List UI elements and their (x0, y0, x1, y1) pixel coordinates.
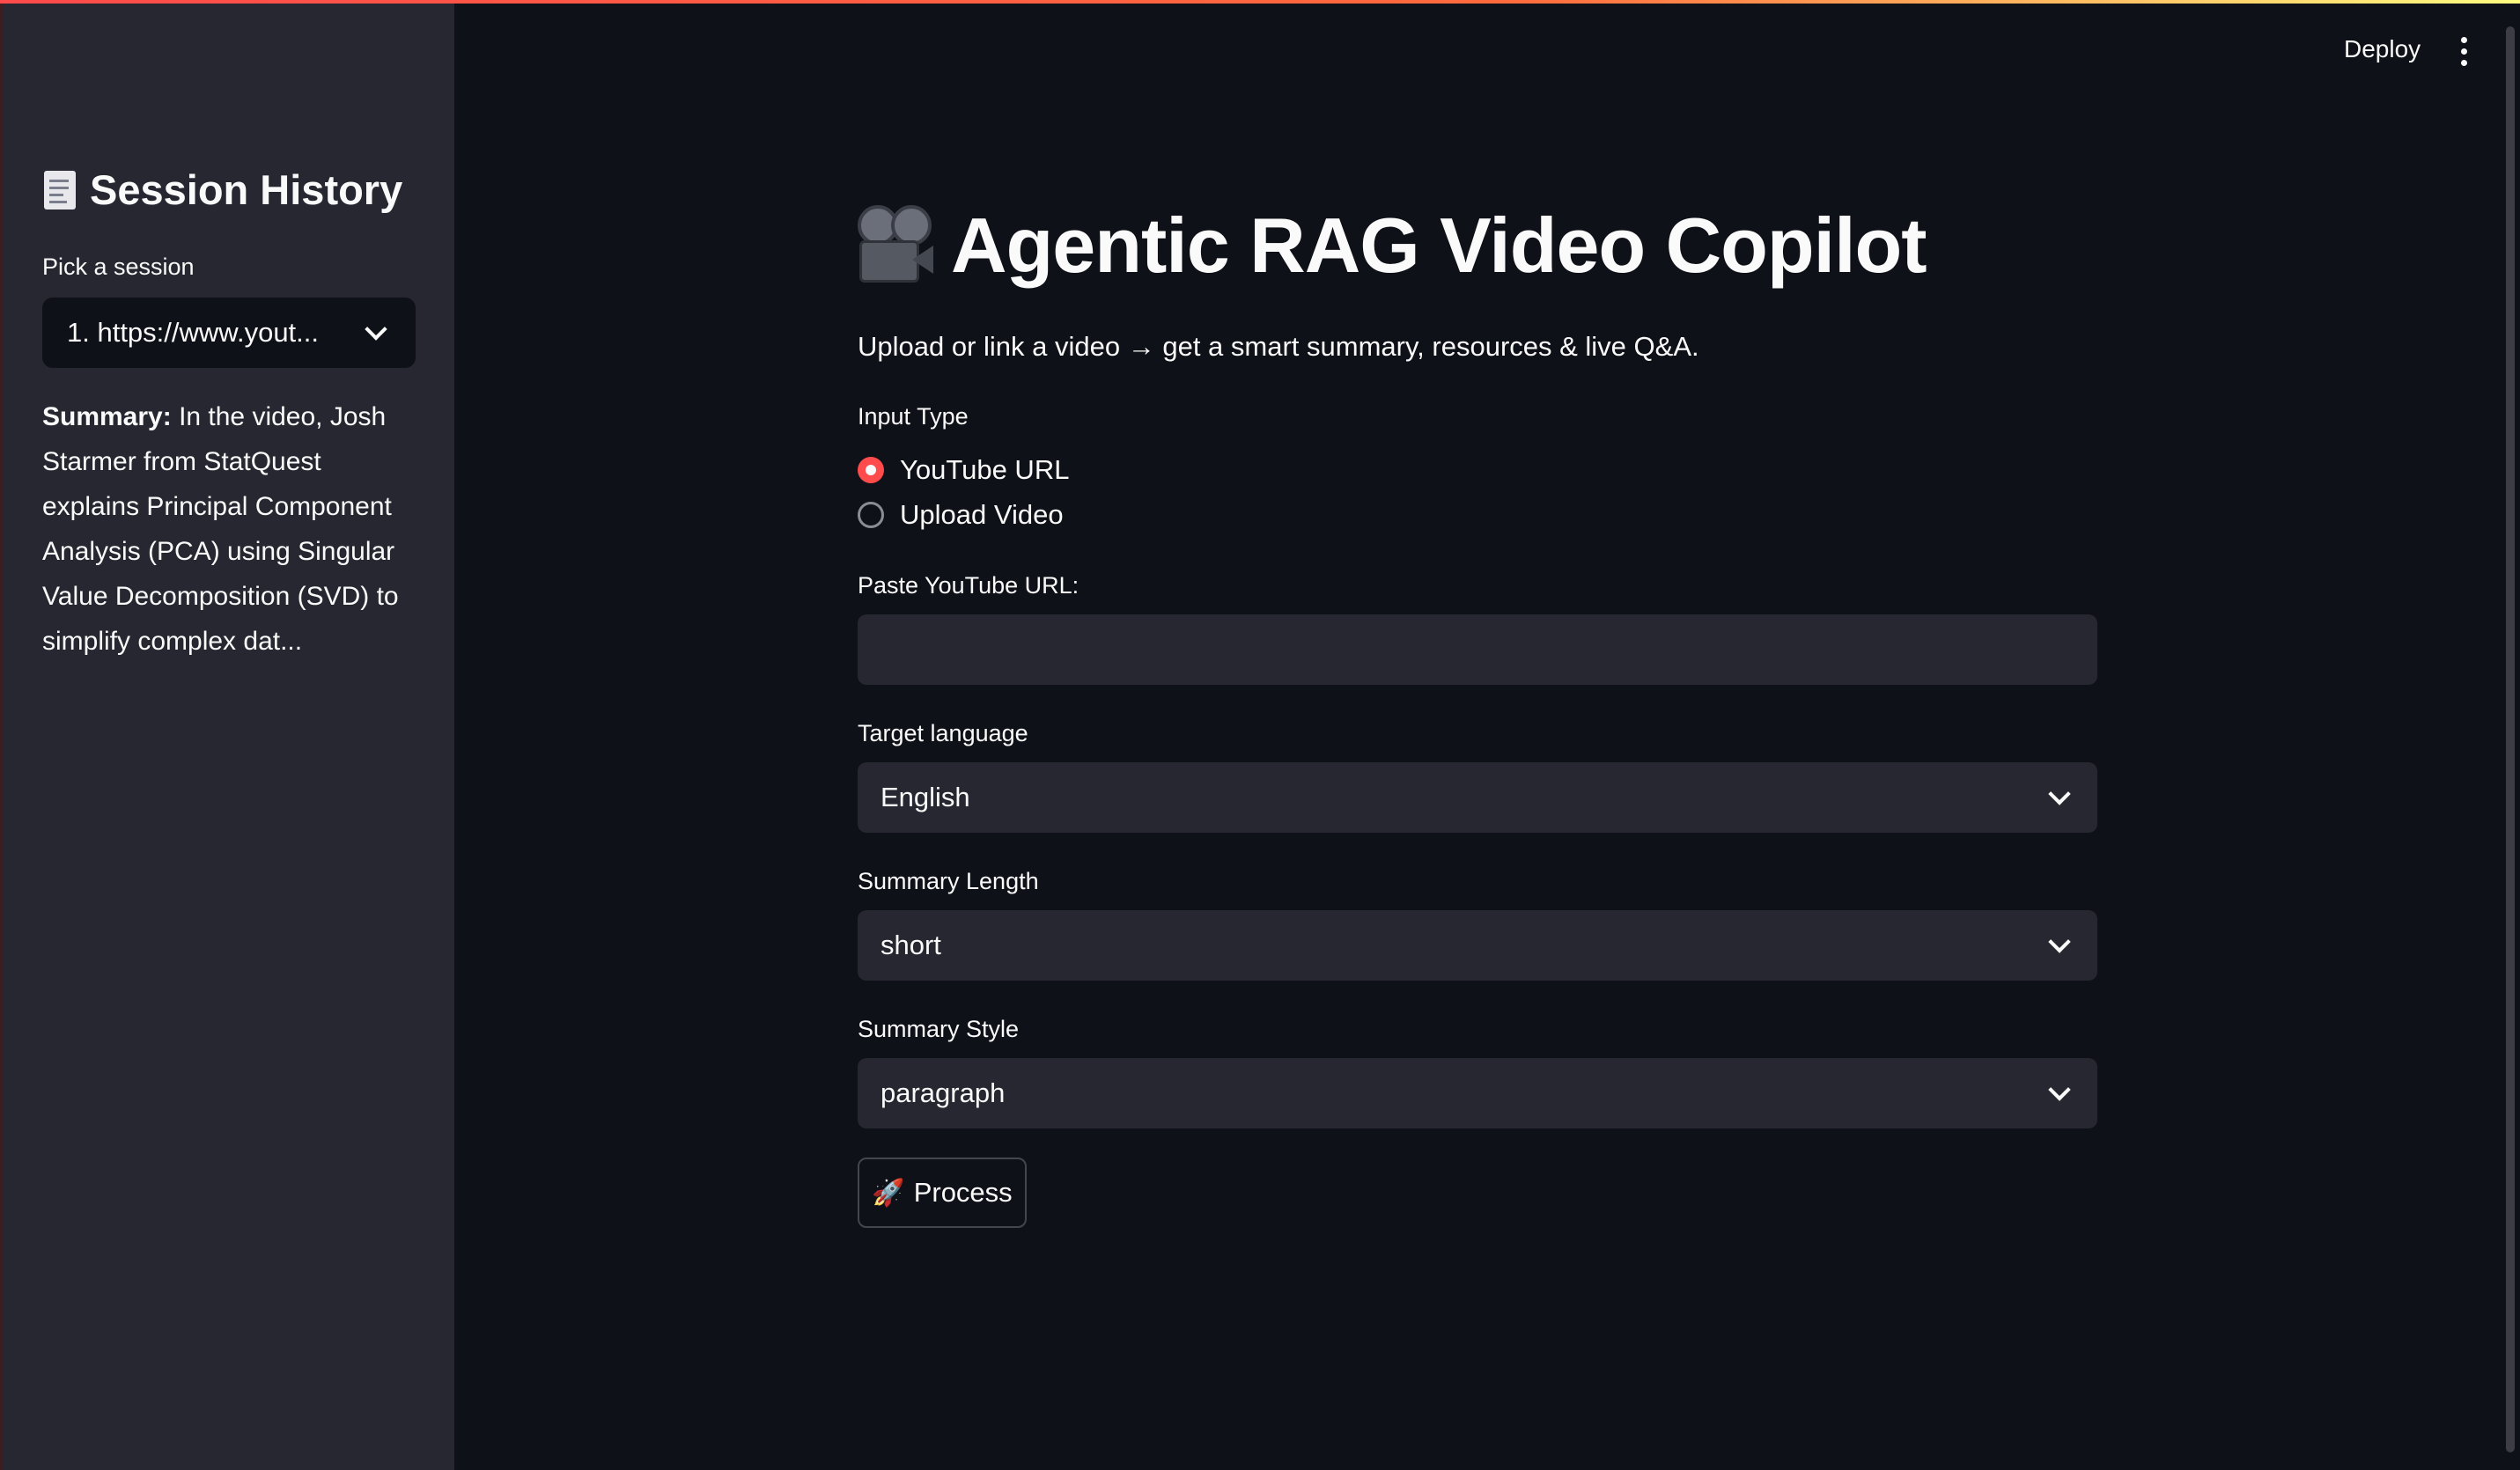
radio-youtube-url-label: YouTube URL (900, 454, 1070, 485)
url-field-label: Paste YouTube URL: (858, 572, 1079, 599)
summary-style-label: Summary Style (858, 1016, 1020, 1042)
rocket-icon: 🚀 (872, 1178, 905, 1208)
chevron-down-icon (2048, 783, 2071, 805)
window-edge (0, 0, 4, 1470)
page-subtitle: Upload or link a video → get a smart sum… (858, 331, 1699, 362)
input-type-label: Input Type (858, 403, 969, 430)
youtube-url-input[interactable] (881, 633, 2074, 666)
sidebar-title: Session History (41, 165, 402, 214)
target-language-select[interactable]: English (858, 762, 2097, 833)
summary-length-label: Summary Length (858, 868, 1039, 894)
target-language-label: Target language (858, 720, 1028, 746)
session-select[interactable]: 1. https://www.yout... (42, 298, 416, 368)
summary-style-select[interactable]: paragraph (858, 1058, 2097, 1128)
page-title-text: Agentic RAG Video Copilot (951, 202, 1927, 289)
target-language-value: English (881, 782, 970, 812)
scrollbar[interactable] (2506, 26, 2515, 1452)
app-window: Session History Pick a session 1. https:… (0, 0, 2520, 1470)
session-picker-label: Pick a session (42, 254, 195, 280)
summary-body: In the video, Josh Starmer from StatQues… (42, 402, 399, 656)
process-button[interactable]: 🚀 Process (858, 1158, 1027, 1228)
process-button-label: Process (913, 1177, 1013, 1208)
radio-youtube-url[interactable]: YouTube URL (858, 454, 1069, 486)
youtube-url-input-box[interactable] (858, 614, 2097, 685)
summary-length-value: short (881, 930, 941, 960)
chevron-down-icon (2048, 930, 2071, 953)
page-title: Agentic RAG Video Copilot (856, 201, 1927, 290)
chevron-down-icon (2048, 1078, 2071, 1101)
session-summary: Summary: In the video, Josh Starmer from… (42, 394, 419, 664)
radio-upload-video-label: Upload Video (900, 499, 1064, 530)
sidebar: Session History Pick a session 1. https:… (0, 0, 454, 1470)
radio-selected-icon[interactable] (858, 457, 884, 483)
deploy-button[interactable]: Deploy (2344, 35, 2421, 63)
kebab-menu-icon[interactable] (2457, 37, 2471, 67)
radio-unselected-icon[interactable] (858, 502, 884, 528)
sidebar-title-text: Session History (90, 166, 403, 213)
summary-length-select[interactable]: short (858, 910, 2097, 981)
radio-upload-video[interactable]: Upload Video (858, 499, 1064, 531)
movie-camera-icon (856, 205, 935, 286)
summary-style-value: paragraph (881, 1077, 1006, 1108)
session-select-value: 1. https://www.yout... (67, 317, 320, 348)
top-decoration-bar (0, 0, 2520, 4)
chevron-down-icon (365, 318, 387, 341)
summary-label: Summary: (42, 402, 172, 431)
document-icon (41, 169, 79, 211)
